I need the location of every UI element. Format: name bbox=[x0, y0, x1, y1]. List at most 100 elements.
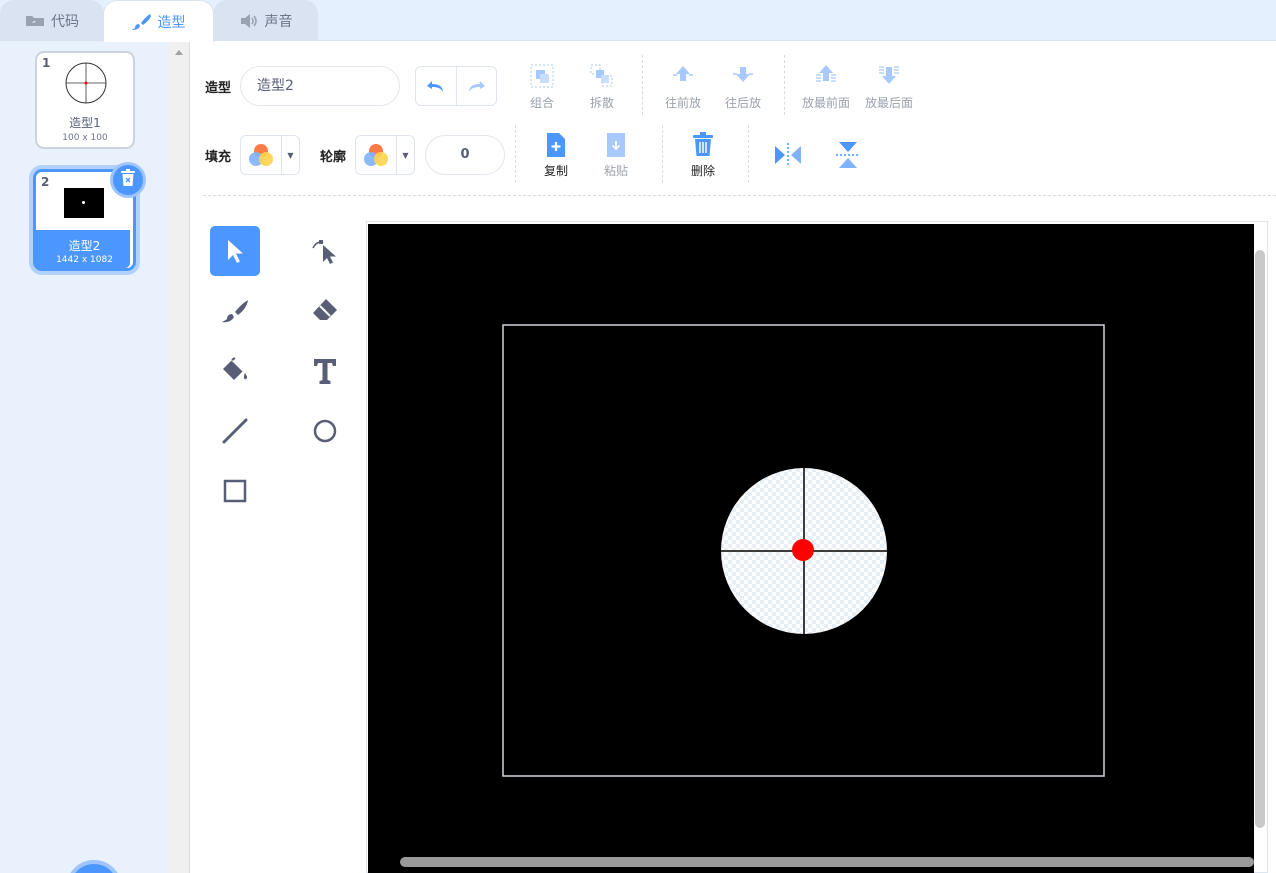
send-to-back-button[interactable]: 放最后面 bbox=[859, 62, 919, 111]
canvas-vertical-scrollbar[interactable] bbox=[1255, 250, 1265, 828]
delete-button[interactable]: 删除 bbox=[673, 132, 733, 179]
speaker-icon bbox=[239, 13, 259, 29]
undo-button[interactable] bbox=[416, 67, 456, 105]
arrow-down-icon bbox=[733, 67, 753, 82]
paste-button[interactable]: 粘贴 bbox=[586, 132, 646, 179]
costume-name-label: 造型 bbox=[205, 81, 232, 96]
tab-code[interactable]: 代码 bbox=[0, 0, 104, 41]
costume-size: 100 x 100 bbox=[62, 133, 108, 143]
text-icon bbox=[314, 359, 336, 384]
delete-costume-button[interactable] bbox=[110, 162, 146, 198]
bring-to-front-button[interactable]: 放最前面 bbox=[796, 62, 856, 111]
outline-width-input[interactable]: 0 bbox=[425, 135, 505, 175]
flip-vertical-icon bbox=[836, 142, 860, 168]
ungroup-button[interactable]: 拆散 bbox=[572, 62, 632, 111]
line-icon bbox=[222, 418, 248, 444]
brush-tool[interactable] bbox=[210, 286, 260, 336]
brush-icon bbox=[222, 300, 248, 323]
costume-name: 造型2 bbox=[68, 239, 101, 253]
outline-label: 轮廓 bbox=[320, 150, 347, 165]
back-icon bbox=[879, 66, 899, 84]
arrow-up-icon bbox=[673, 66, 693, 81]
tab-code-label: 代码 bbox=[51, 14, 79, 30]
select-tool[interactable] bbox=[210, 226, 260, 276]
canvas-horizontal-scrollbar[interactable] bbox=[400, 857, 1254, 867]
costume-thumbnail bbox=[65, 62, 107, 104]
ungroup-label: 拆散 bbox=[589, 96, 614, 110]
copy-label: 复制 bbox=[543, 164, 568, 178]
toolbar-divider bbox=[662, 125, 663, 183]
target-dot bbox=[792, 539, 814, 561]
choose-costume-button[interactable] bbox=[66, 860, 122, 873]
costume-name: 造型1 bbox=[69, 116, 101, 130]
flip-vertical-button[interactable] bbox=[834, 139, 862, 175]
copy-button[interactable]: 复制 bbox=[526, 132, 586, 179]
list-scrollbar[interactable] bbox=[168, 41, 190, 873]
code-icon bbox=[25, 14, 45, 28]
eraser-icon bbox=[313, 299, 337, 320]
brush-icon bbox=[131, 13, 152, 31]
scroll-up-icon[interactable] bbox=[174, 49, 184, 55]
tab-costumes-label: 造型 bbox=[157, 14, 186, 31]
dropdown-arrow-icon: ▼ bbox=[281, 136, 299, 174]
fill-tool[interactable] bbox=[210, 346, 260, 396]
reshape-icon bbox=[312, 240, 336, 264]
text-tool[interactable] bbox=[300, 346, 350, 396]
ungroup-icon bbox=[590, 64, 613, 87]
dropdown-arrow-icon: ▼ bbox=[396, 136, 414, 174]
toolbar-bottom-divider bbox=[203, 195, 1276, 196]
trash-icon bbox=[693, 132, 713, 156]
paint-bucket-icon bbox=[223, 357, 248, 380]
pointer-icon bbox=[228, 240, 243, 263]
trash-icon bbox=[120, 169, 136, 191]
costume-item-1[interactable]: 1 造型1 100 x 100 bbox=[35, 51, 135, 149]
group-button[interactable]: 组合 bbox=[512, 62, 572, 111]
costume-number: 2 bbox=[41, 175, 50, 189]
line-tool[interactable] bbox=[210, 406, 260, 456]
color-mix-icon bbox=[364, 144, 388, 166]
outline-color-picker[interactable]: ▼ bbox=[355, 135, 415, 175]
tab-sounds[interactable]: 声音 bbox=[213, 0, 318, 41]
delete-label: 删除 bbox=[690, 164, 715, 178]
backward-button[interactable]: 往后放 bbox=[713, 62, 773, 111]
forward-button[interactable]: 往前放 bbox=[653, 62, 713, 111]
tab-sounds-label: 声音 bbox=[264, 14, 293, 30]
costume-list: 1 造型1 100 x 100 2 造型2 1442 x 1082 bbox=[0, 41, 168, 873]
group-label: 组合 bbox=[529, 96, 554, 110]
canvas-drawing bbox=[502, 324, 1105, 777]
color-mix-icon bbox=[249, 144, 273, 166]
paint-canvas[interactable] bbox=[368, 224, 1254, 873]
front-label: 放最前面 bbox=[801, 96, 850, 110]
toolbar-divider bbox=[515, 125, 516, 183]
undo-icon bbox=[426, 81, 443, 92]
copy-icon bbox=[547, 133, 565, 157]
tab-bar: 代码 造型 声音 bbox=[0, 0, 1276, 42]
costume-name-input[interactable]: 造型2 bbox=[240, 66, 400, 106]
backward-label: 往后放 bbox=[724, 96, 761, 110]
circle-tool[interactable] bbox=[300, 406, 350, 456]
flip-horizontal-button[interactable] bbox=[772, 141, 804, 173]
paste-icon bbox=[607, 133, 625, 157]
paste-label: 粘贴 bbox=[603, 164, 628, 178]
toolbar-divider bbox=[642, 55, 643, 115]
toolbar-divider bbox=[748, 125, 749, 183]
fill-label: 填充 bbox=[205, 150, 232, 165]
redo-button[interactable] bbox=[455, 67, 496, 105]
costume-size: 1442 x 1082 bbox=[56, 255, 113, 265]
redo-icon bbox=[469, 81, 486, 92]
circle-icon bbox=[313, 419, 337, 443]
back-label: 放最后面 bbox=[864, 96, 913, 110]
costume-number: 1 bbox=[42, 56, 51, 70]
forward-label: 往前放 bbox=[664, 96, 701, 110]
rectangle-tool[interactable] bbox=[210, 466, 260, 516]
group-icon bbox=[530, 64, 554, 88]
flip-horizontal-icon bbox=[775, 143, 801, 167]
tab-costumes[interactable]: 造型 bbox=[103, 0, 214, 42]
reshape-tool[interactable] bbox=[300, 226, 350, 276]
eraser-tool[interactable] bbox=[300, 286, 350, 336]
undo-redo-group bbox=[415, 66, 497, 106]
rectangle-icon bbox=[223, 479, 247, 503]
costume-thumbnail bbox=[64, 188, 104, 218]
fill-color-picker[interactable]: ▼ bbox=[240, 135, 300, 175]
front-icon bbox=[816, 65, 836, 82]
